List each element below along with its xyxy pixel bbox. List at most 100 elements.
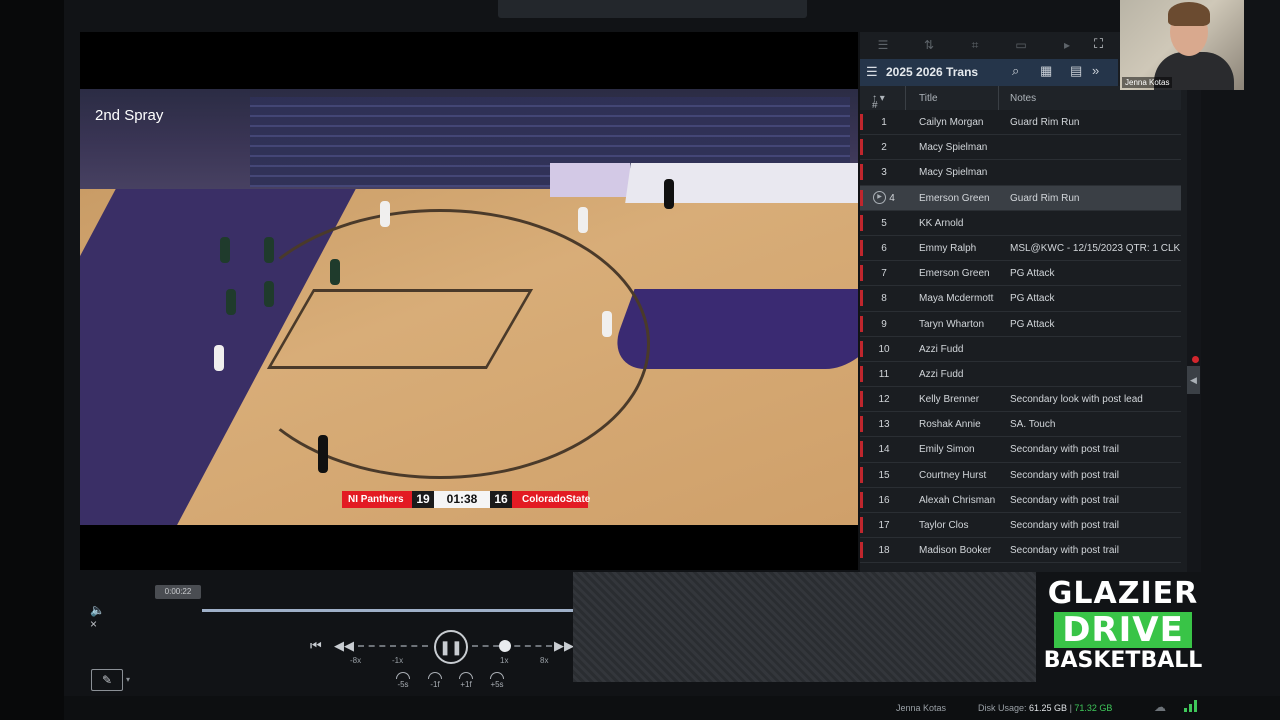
disk-free: 71.32 GB	[1074, 703, 1113, 713]
table-row[interactable]: 8 Maya Mcdermott PG Attack	[860, 286, 1181, 312]
player	[380, 201, 390, 227]
table-row[interactable]: 7 Emerson Green PG Attack	[860, 261, 1181, 287]
skip-back-5s-button[interactable]: -5s	[392, 672, 414, 689]
speed-label: -8x	[350, 656, 362, 665]
row-number: 18	[878, 545, 890, 557]
column-divider[interactable]	[905, 86, 906, 110]
row-marker	[860, 265, 863, 282]
row-marker	[860, 290, 863, 307]
row-title: Roshak Annie	[919, 419, 981, 431]
table-row[interactable]: 9 Taryn Wharton PG Attack	[860, 312, 1181, 337]
table-row[interactable]: 13 Roshak Annie SA. Touch	[860, 412, 1181, 438]
table-row[interactable]: 12 Kelly Brenner Secondary look with post …	[860, 387, 1181, 413]
current-time: 0:00:22	[155, 585, 201, 599]
row-title: Maya Mcdermott	[919, 293, 994, 305]
chart-icon[interactable]: ▦	[1040, 63, 1052, 79]
camera-icon[interactable]: ▸	[1044, 32, 1090, 58]
document-icon[interactable]: ▤	[1070, 63, 1082, 79]
progress-fill[interactable]	[202, 609, 574, 612]
scorebug-score-a: 19	[412, 491, 434, 508]
row-number: 1	[881, 117, 887, 128]
sort-icon[interactable]: ⇅	[906, 32, 952, 58]
rewind-icon[interactable]: ◀◀	[334, 638, 354, 654]
panel-scrollbar[interactable]	[1187, 32, 1201, 572]
table-row[interactable]: 17 Taylor Clos Secondary with post trail	[860, 513, 1181, 539]
playlist-title[interactable]: 2025 2026 Trans	[886, 65, 990, 79]
table-row[interactable]: 5 KK Arnold	[860, 211, 1181, 236]
skip-start-icon[interactable]: ⏮	[310, 638, 322, 654]
row-number: 17	[878, 520, 890, 531]
more-icon[interactable]: »	[1092, 63, 1099, 78]
row-marker	[860, 491, 863, 508]
row-number: 8	[881, 293, 887, 305]
player	[264, 237, 274, 263]
row-marker	[860, 114, 863, 130]
row-notes: MSL@KWC - 12/15/2023 QTR: 1 CLK: 0	[1010, 242, 1181, 254]
skip-back-frame-button[interactable]: -1f	[424, 672, 446, 689]
mute-icon[interactable]: 🔈×	[90, 603, 108, 631]
table-row[interactable]: 14 Emily Simon Secondary with post trail	[860, 437, 1181, 463]
table-row[interactable]: 10 Azzi Fudd	[860, 337, 1181, 362]
top-tab[interactable]	[498, 0, 807, 18]
row-marker	[860, 391, 863, 408]
table-row[interactable]: 3 Macy Spielman	[860, 160, 1181, 186]
disk-used: 61.25 GB	[1029, 703, 1068, 713]
row-notes: Secondary with post trail	[1010, 545, 1119, 557]
row-number: 4	[889, 192, 895, 204]
player	[578, 207, 588, 233]
speed-slider-knob[interactable]	[499, 640, 511, 652]
table-row[interactable]: 6 Emmy Ralph MSL@KWC - 12/15/2023 QTR: 1 C…	[860, 236, 1181, 262]
table-row-active[interactable]: ▶ 4 Emerson Green Guard Rim Run	[860, 185, 1181, 211]
row-title: Macy Spielman	[919, 142, 988, 154]
playlist-rows: 1 Cailyn Morgan Guard Rim Run 2 Macy Spielm…	[860, 110, 1181, 564]
collapse-panel-icon[interactable]: ◀	[1187, 366, 1200, 394]
screen-icon[interactable]: ▭	[998, 32, 1044, 58]
col-num[interactable]: # ↑ ▾	[872, 93, 885, 111]
row-title: Azzi Fudd	[919, 368, 964, 380]
col-title[interactable]: Title	[919, 93, 938, 104]
capture-icon[interactable]: ⛶	[1094, 36, 1112, 54]
col-notes[interactable]: Notes	[1010, 93, 1036, 104]
search-icon[interactable]: ⌕	[1012, 63, 1019, 79]
row-marker	[860, 315, 863, 332]
pause-button[interactable]: ❚❚	[434, 630, 468, 664]
table-row[interactable]: 1 Cailyn Morgan Guard Rim Run	[860, 110, 1181, 136]
signal-bar	[1189, 704, 1192, 712]
row-marker	[860, 239, 863, 256]
chevron-down-icon[interactable]: ▾	[126, 675, 130, 684]
disk-usage: Disk Usage: 61.25 GB | 71.32 GB	[978, 703, 1113, 713]
player	[602, 311, 612, 337]
webcam-name: Jenna Kotas	[1122, 77, 1173, 88]
row-number: 9	[881, 318, 887, 330]
row-notes: SA. Touch	[1010, 419, 1056, 431]
tag-icon[interactable]: ⌗	[952, 32, 998, 58]
row-notes: Guard Rim Run	[1010, 117, 1080, 128]
row-marker	[860, 340, 863, 357]
column-divider[interactable]	[998, 86, 999, 110]
table-row[interactable]: 16 Alexah Chrisman Secondary with post tra…	[860, 488, 1181, 513]
table-row[interactable]: 18 Madison Booker Secondary with post trai…	[860, 538, 1181, 564]
row-marker	[860, 441, 863, 458]
skip-forward-5s-button[interactable]: +5s	[486, 672, 508, 689]
table-row[interactable]: 11 Azzi Fudd	[860, 362, 1181, 388]
row-notes: Secondary look with post lead	[1010, 394, 1143, 406]
table-row[interactable]: 2 Macy Spielman	[860, 135, 1181, 161]
menu-icon[interactable]: ☰	[866, 64, 878, 80]
row-notes: PG Attack	[1010, 268, 1055, 280]
row-number: 5	[881, 217, 887, 229]
notification-dot	[1192, 356, 1199, 363]
row-marker	[860, 517, 863, 533]
skip-forward-frame-button[interactable]: +1f	[455, 672, 477, 689]
cloud-icon[interactable]: ☁	[1154, 700, 1166, 714]
video-player[interactable]: 2nd Spray NI Panthers 19 01:38 16 Colora…	[80, 89, 858, 525]
row-number: 14	[878, 444, 890, 456]
reverse-speed-track	[358, 645, 428, 647]
speed-label: 1x	[500, 656, 509, 665]
fast-forward-icon[interactable]: ▶▶	[554, 638, 574, 654]
scorebug-team-a: NI Panthers	[342, 491, 412, 508]
list-icon[interactable]: ☰	[860, 32, 906, 58]
table-row[interactable]: 15 Courtney Hurst Secondary with post trai…	[860, 463, 1181, 488]
draw-tool-icon[interactable]: ✎	[91, 669, 123, 691]
court-board-logo	[550, 163, 630, 197]
forward-speed-track	[472, 645, 552, 647]
